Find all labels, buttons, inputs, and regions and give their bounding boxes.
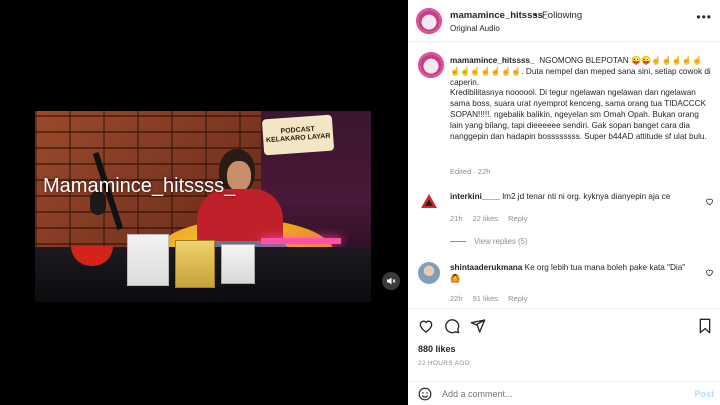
comment-meta: 21h 22 likes Reply: [450, 214, 535, 223]
post-header: mamamince_hitssss_ • Following Original …: [408, 0, 720, 42]
podcast-sign-text: PODCAST KELAKARO LAYAR: [265, 125, 331, 145]
comment-like-icon[interactable]: [705, 264, 714, 282]
reply-button[interactable]: Reply: [508, 214, 527, 223]
post-actions: 880 likes 22 HOURS AGO Post: [408, 308, 720, 405]
view-replies-button[interactable]: View replies (5): [450, 237, 528, 246]
caption-meta: Edited · 22h: [450, 167, 491, 176]
heart-icon: [419, 320, 433, 333]
likes-count[interactable]: 880 likes: [418, 344, 456, 354]
avatar[interactable]: [418, 191, 440, 213]
comment-likes[interactable]: 22 likes: [473, 214, 498, 223]
snack-package: [127, 234, 169, 286]
post-panel: mamamince_hitssss_ • Following Original …: [408, 0, 720, 405]
post-comment-button[interactable]: Post: [694, 389, 714, 399]
bookmark-icon: [699, 318, 711, 334]
avatar[interactable]: [416, 8, 442, 34]
view-replies-label: View replies (5): [474, 237, 528, 246]
add-comment-bar: Post: [408, 381, 720, 405]
interkini-logo-icon: [421, 194, 437, 208]
comment-username[interactable]: shintaaderukmana: [450, 263, 522, 272]
comment-username[interactable]: interkini____: [450, 192, 500, 201]
neon-light: [261, 238, 341, 244]
reply-button[interactable]: Reply: [508, 294, 527, 303]
instagram-post-view: PODCAST KELAKARO LAYAR Mamamince_hitssss…: [0, 0, 720, 405]
comment-button[interactable]: [444, 318, 460, 339]
original-audio-link[interactable]: Original Audio: [450, 24, 500, 33]
video-player[interactable]: PODCAST KELAKARO LAYAR Mamamince_hitssss…: [35, 111, 371, 302]
comment-likes[interactable]: 91 likes: [473, 294, 498, 303]
comment-like-icon[interactable]: [705, 193, 714, 211]
caption-text: NGOMONG BLEPOTAN 😜😜☝☝☝☝☝☝☝☝☝☝☝☝. Duta ne…: [450, 56, 711, 141]
caption-body: mamamince_hitssss_ NGOMONG BLEPOTAN 😜😜☝☝…: [450, 56, 712, 142]
comment-time: 22h: [450, 294, 463, 303]
share-button[interactable]: [470, 318, 486, 339]
avatar[interactable]: [418, 262, 440, 284]
post-date: 22 HOURS AGO: [418, 360, 471, 367]
replies-divider: [450, 241, 466, 242]
comment-body: shintaaderukmana Ke org lebih tua mana b…: [450, 262, 695, 284]
comment-time: 21h: [450, 214, 463, 223]
video-pane: PODCAST KELAKARO LAYAR Mamamince_hitssss…: [0, 0, 408, 405]
comment-input[interactable]: [442, 389, 682, 399]
caption-username[interactable]: mamamince_hitssss_: [450, 56, 535, 65]
comment-text: lm2 jd tenar nti ni org. kyknya dianyepi…: [502, 192, 671, 201]
save-button[interactable]: [698, 318, 712, 339]
comment-meta: 22h 91 likes Reply: [450, 294, 535, 303]
audio-toggle-button[interactable]: [382, 272, 400, 290]
video-watermark: Mamamince_hitssss_: [43, 175, 236, 197]
following-button[interactable]: Following: [542, 10, 582, 21]
header-separator: •: [534, 10, 538, 21]
avatar[interactable]: [418, 52, 444, 78]
more-options-icon[interactable]: •••: [696, 10, 712, 24]
emoji-picker-button[interactable]: [418, 387, 432, 405]
paper-plane-icon: [470, 319, 486, 333]
snack-package: [175, 240, 215, 288]
smiley-icon: [418, 387, 432, 401]
like-button[interactable]: [418, 318, 434, 339]
comment-body: interkini____ lm2 jd tenar nti ni org. k…: [450, 191, 695, 202]
snack-package: [221, 244, 255, 284]
speech-bubble-icon: [445, 319, 460, 334]
speaker-muted-icon: [387, 277, 396, 285]
